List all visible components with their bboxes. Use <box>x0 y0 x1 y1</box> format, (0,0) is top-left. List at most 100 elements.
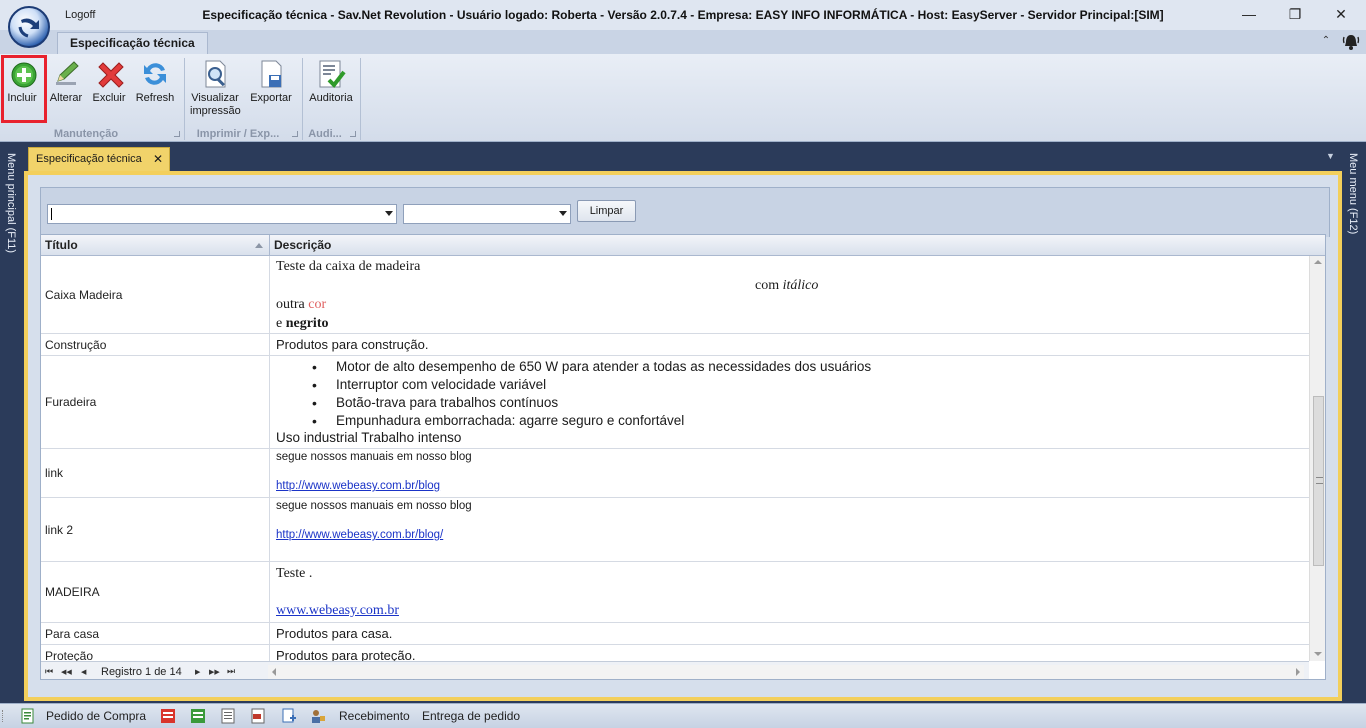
filter-combo-2[interactable] <box>403 204 571 224</box>
ribbon: Incluir Alterar Excluir Refresh Visualiz… <box>0 54 1366 142</box>
incluir-highlight-box <box>1 55 47 123</box>
scroll-right-icon[interactable] <box>1296 668 1300 676</box>
hyperlink[interactable]: http://www.webeasy.com.br/blog/ <box>276 529 443 541</box>
cell-titulo[interactable]: link 2 <box>41 498 270 561</box>
rich-text-line: e negrito <box>276 316 328 332</box>
cell-titulo[interactable]: Para casa <box>41 623 270 644</box>
document-tab[interactable]: Especificação técnica ✕ <box>28 147 170 171</box>
chevron-down-icon[interactable] <box>385 211 393 216</box>
limpar-button[interactable]: Limpar <box>577 200 636 222</box>
table-row[interactable]: MADEIRA Teste . www.webeasy.com.br <box>41 562 1309 623</box>
cell-descricao[interactable]: Teste . www.webeasy.com.br <box>270 562 1309 622</box>
scroll-left-icon[interactable] <box>272 668 276 676</box>
cell-titulo[interactable]: MADEIRA <box>41 562 270 622</box>
cell-titulo[interactable]: Caixa Madeira <box>41 256 270 333</box>
logoff-link[interactable]: Logoff <box>65 9 95 21</box>
refresh-button[interactable]: Refresh <box>134 58 176 118</box>
list-item: Motor de alto desempenho de 650 W para a… <box>308 358 871 376</box>
exportar-button[interactable]: Exportar <box>247 58 295 118</box>
cell-descricao[interactable]: Produtos para construção. <box>270 334 1309 355</box>
meu-menu-label[interactable]: Meu menu (F12) <box>1347 153 1359 234</box>
alterar-button[interactable]: Alterar <box>46 58 86 118</box>
entrega-pedido-link[interactable]: Entrega de pedido <box>422 709 520 723</box>
restore-button[interactable]: ❐ <box>1272 2 1318 28</box>
window-title: Especificação técnica - Sav.Net Revoluti… <box>202 8 1164 22</box>
menu-principal-label[interactable]: Menu principal (F11) <box>5 153 17 253</box>
italic-text: itálico <box>782 278 819 293</box>
close-tab-icon[interactable]: ✕ <box>153 148 163 170</box>
visualizar-impressao-button[interactable]: Visualizar impressão <box>190 58 241 118</box>
first-record-icon[interactable]: ⏮ <box>45 666 53 677</box>
bullet-list: Motor de alto desempenho de 650 W para a… <box>308 358 871 430</box>
grid-header: Título Descrição <box>41 235 1325 256</box>
close-button[interactable]: ✕ <box>1318 2 1364 28</box>
rich-text-span: com <box>755 278 783 293</box>
cell-titulo[interactable]: Construção <box>41 334 270 355</box>
cell-descricao[interactable]: Produtos para casa. <box>270 623 1309 644</box>
scroll-up-icon[interactable] <box>1314 260 1322 264</box>
grid-rows: Caixa Madeira Teste da caixa de madeira … <box>41 256 1309 661</box>
table-row[interactable]: Caixa Madeira Teste da caixa de madeira … <box>41 256 1309 334</box>
record-counter: Registro 1 de 14 <box>101 666 182 678</box>
left-rail[interactable]: Menu principal (F11) <box>0 143 24 703</box>
table-row[interactable]: link 2 segue nossos manuais em nosso blo… <box>41 498 1309 562</box>
add-document-icon[interactable] <box>281 708 297 724</box>
group-launcher-icon[interactable] <box>292 131 298 137</box>
hyperlink[interactable]: http://www.webeasy.com.br/blog <box>276 480 440 492</box>
recebimento-icon[interactable] <box>310 708 326 724</box>
previous-record-icon[interactable]: ◀ <box>81 668 86 676</box>
cell-descricao[interactable]: Produtos para proteção. <box>270 645 1309 661</box>
ribbon-tab-especificacao[interactable]: Especificação técnica <box>57 32 208 54</box>
cell-descricao[interactable]: segue nossos manuais em nosso blog http:… <box>270 449 1309 497</box>
document-menu-arrow-icon[interactable]: ▼ <box>1326 151 1335 161</box>
cell-titulo[interactable]: Furadeira <box>41 356 270 448</box>
report-green-icon[interactable] <box>190 708 206 724</box>
app-menu-orb-icon[interactable] <box>8 6 50 48</box>
hyperlink[interactable]: www.webeasy.com.br <box>276 603 399 619</box>
cell-titulo[interactable]: link <box>41 449 270 497</box>
nfe-document-icon[interactable] <box>250 708 266 724</box>
rich-text-line: com itálico <box>755 278 818 294</box>
cell-descricao[interactable]: Motor de alto desempenho de 650 W para a… <box>270 356 1309 448</box>
export-icon <box>261 60 282 88</box>
next-record-icon[interactable]: ▶ <box>195 668 200 676</box>
right-rail[interactable]: Meu menu (F12) <box>1342 143 1366 703</box>
colored-text: cor <box>308 297 327 312</box>
group-label-imprimir: Imprimir / Exp... <box>196 128 280 140</box>
column-header-descricao[interactable]: Descrição <box>270 235 1310 256</box>
cell-descricao[interactable]: Teste da caixa de madeira com itálico ou… <box>270 256 1309 333</box>
scrollbar-thumb[interactable] <box>1313 396 1324 566</box>
ribbon-collapse-icon[interactable]: ⌃ <box>1318 33 1334 49</box>
auditoria-button[interactable]: Auditoria <box>306 58 356 118</box>
scroll-down-icon[interactable] <box>1314 652 1322 656</box>
group-launcher-icon[interactable] <box>174 131 180 137</box>
minimize-button[interactable]: — <box>1226 2 1272 28</box>
table-row[interactable]: Construção Produtos para construção. <box>41 334 1309 356</box>
table-row[interactable]: Proteção Produtos para proteção. <box>41 645 1309 661</box>
status-grip <box>2 710 5 722</box>
filter-combo-1[interactable] <box>47 204 397 224</box>
table-row[interactable]: Para casa Produtos para casa. <box>41 623 1309 645</box>
alterar-label: Alterar <box>49 92 83 104</box>
chevron-down-icon[interactable] <box>559 211 567 216</box>
group-launcher-icon[interactable] <box>350 131 356 137</box>
vertical-scrollbar[interactable] <box>1309 256 1325 661</box>
cell-titulo[interactable]: Proteção <box>41 645 270 661</box>
pedido-compra-icon[interactable] <box>20 708 36 724</box>
table-row[interactable]: link segue nossos manuais em nosso blog … <box>41 449 1309 498</box>
horizontal-scrollbar[interactable] <box>268 665 1304 679</box>
recebimento-link[interactable]: Recebimento <box>339 709 410 723</box>
next-page-icon[interactable]: ▶▶ <box>209 668 220 676</box>
previous-page-icon[interactable]: ◀◀ <box>61 668 72 676</box>
report-red-icon[interactable] <box>160 708 176 724</box>
notification-bell-icon[interactable] <box>1342 33 1360 51</box>
last-record-icon[interactable]: ⏭ <box>227 666 235 677</box>
document-list-icon[interactable] <box>220 708 236 724</box>
audit-checklist-icon <box>319 60 346 89</box>
column-header-titulo[interactable]: Título <box>41 235 270 256</box>
pedido-compra-link[interactable]: Pedido de Compra <box>46 709 146 723</box>
rich-text-line: segue nossos manuais em nosso blog <box>276 500 472 512</box>
excluir-button[interactable]: Excluir <box>90 58 128 118</box>
table-row[interactable]: Furadeira Motor de alto desempenho de 65… <box>41 356 1309 449</box>
cell-descricao[interactable]: segue nossos manuais em nosso blog http:… <box>270 498 1309 561</box>
